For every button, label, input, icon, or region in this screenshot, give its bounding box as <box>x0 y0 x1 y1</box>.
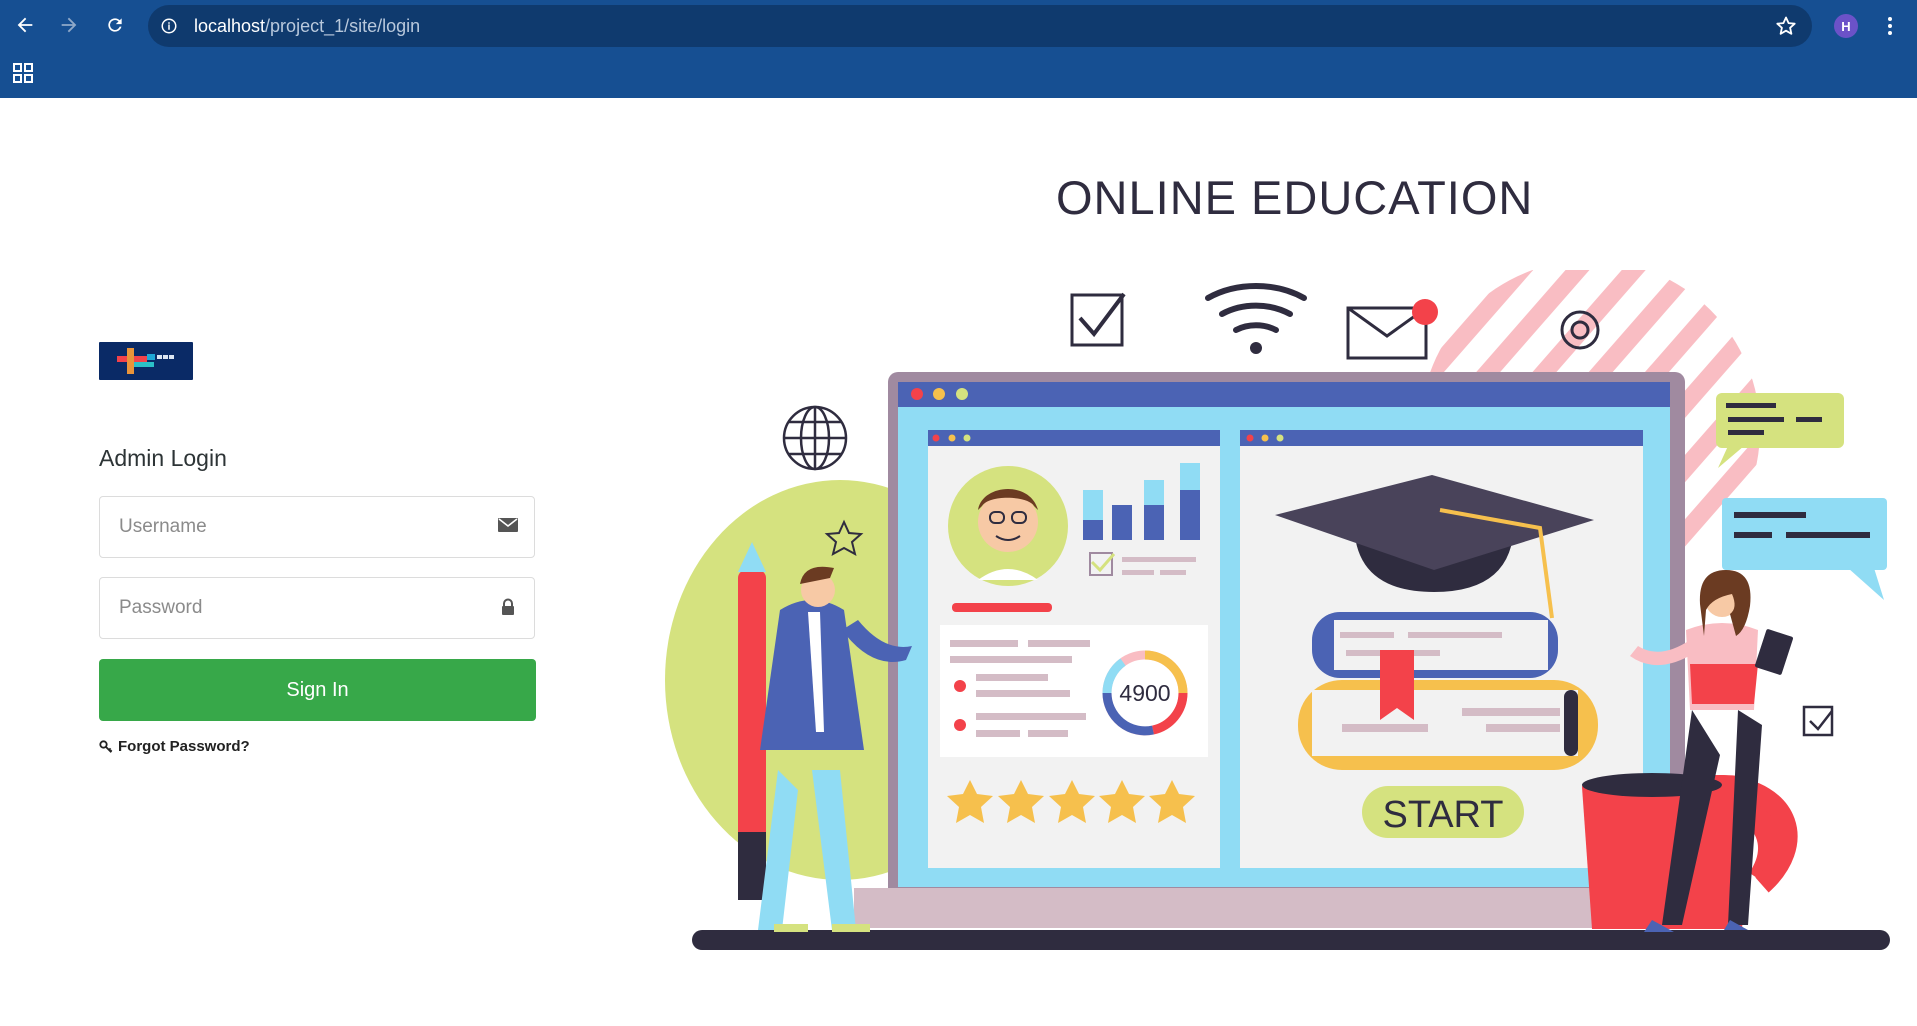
checkbox-icon <box>1070 292 1126 347</box>
monitor-titlebar <box>898 382 1670 407</box>
bookmarks-bar <box>0 50 1917 98</box>
hero-title: ONLINE EDUCATION <box>1056 171 1534 224</box>
envelope-icon <box>497 516 521 538</box>
wifi-icon <box>1205 283 1307 354</box>
forward-button[interactable] <box>52 8 86 42</box>
envelope-icon <box>1346 299 1438 360</box>
apps-grid-icon[interactable] <box>12 62 34 84</box>
arrow-right-icon <box>61 17 77 33</box>
desk-line <box>692 930 1890 950</box>
password-input[interactable] <box>100 578 499 638</box>
reload-button[interactable] <box>98 8 132 42</box>
book-stack <box>1298 612 1598 770</box>
stat-value: 4900 <box>1119 680 1170 706</box>
start-label: START <box>1382 794 1503 836</box>
url-path: /project_1/site/login <box>265 16 421 36</box>
username-field[interactable] <box>99 496 535 558</box>
star-outline-icon[interactable] <box>1774 14 1798 38</box>
login-title: Admin Login <box>99 445 227 471</box>
browser-toolbar: localhost/project_1/site/login H <box>0 0 1917 50</box>
profile-avatar[interactable]: H <box>1834 14 1858 38</box>
address-bar[interactable]: localhost/project_1/site/login <box>148 5 1812 47</box>
lock-icon <box>497 597 521 619</box>
info-icon[interactable] <box>158 15 180 37</box>
url-host: localhost <box>194 16 266 36</box>
company-logo <box>99 342 193 380</box>
forgot-password-link[interactable]: Forgot Password? <box>99 738 250 755</box>
small-checkbox-icon <box>1802 705 1834 737</box>
password-field[interactable] <box>99 577 535 639</box>
kebab-menu-icon[interactable] <box>1880 12 1900 40</box>
url-text[interactable]: localhost/project_1/site/login <box>194 16 420 37</box>
key-icon <box>99 739 113 753</box>
sign-in-button[interactable]: Sign In <box>99 659 536 721</box>
profile-name-bar <box>952 603 1052 612</box>
username-input[interactable] <box>100 497 499 557</box>
reload-icon <box>108 18 122 32</box>
forgot-password-label: Forgot Password? <box>118 738 250 755</box>
back-button[interactable] <box>8 8 42 42</box>
globe-icon <box>782 405 848 471</box>
online-education-illustration: 4900 START <box>665 270 1890 950</box>
laptop-base <box>854 888 1719 928</box>
arrow-left-icon <box>17 17 33 33</box>
